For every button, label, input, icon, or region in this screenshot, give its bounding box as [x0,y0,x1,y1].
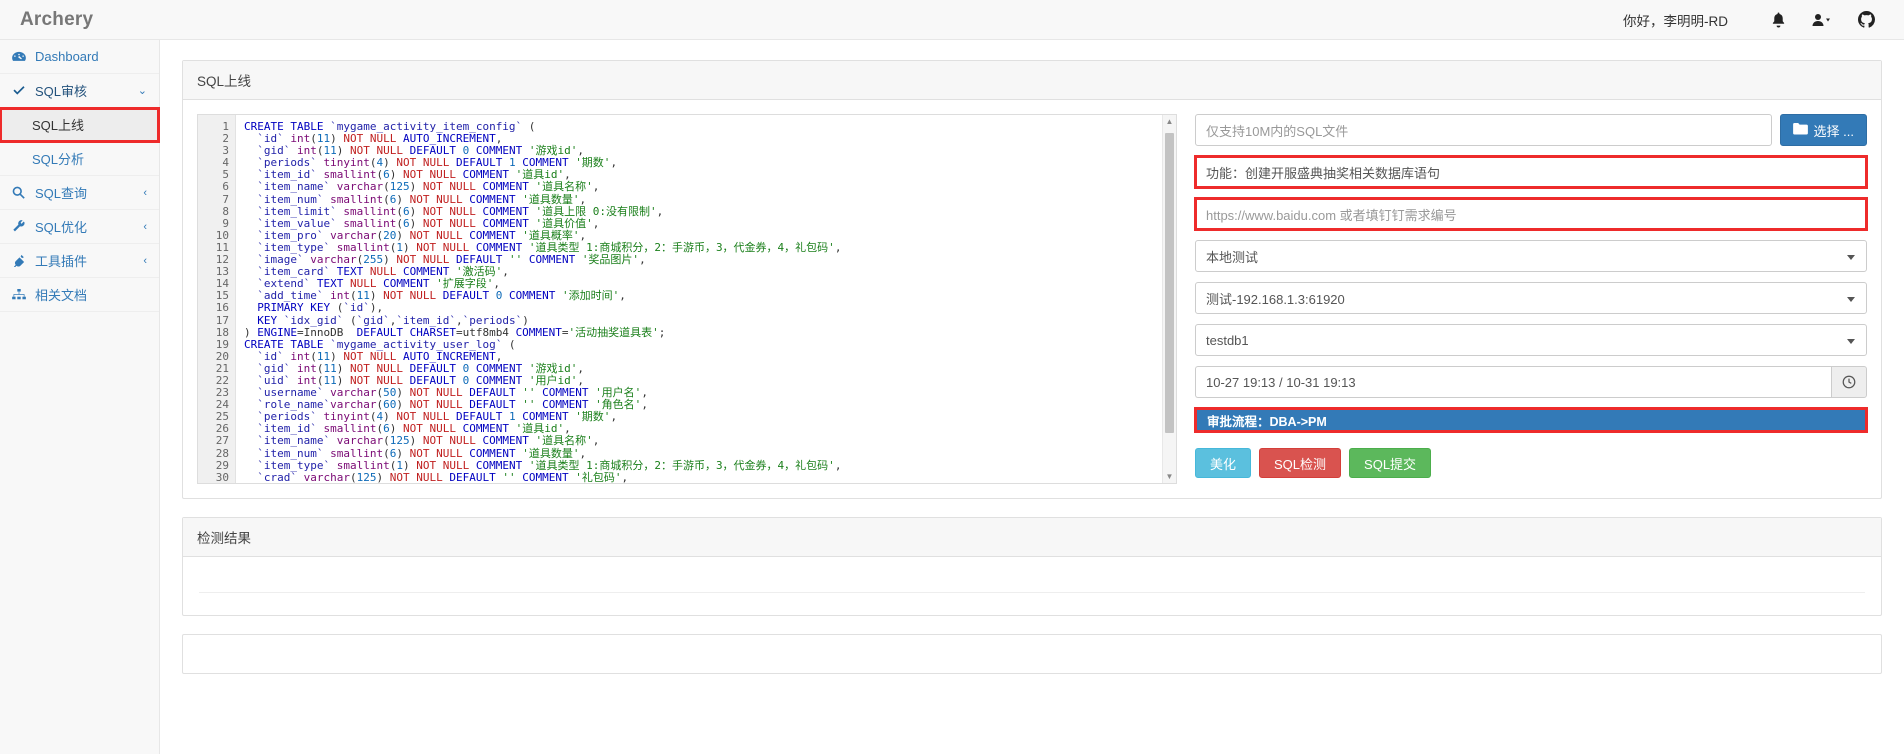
chevron-left-icon: ‹ [143,187,147,199]
main-content: SQL上线 1234567891011121314151617181920212… [160,40,1904,754]
chevron-down-icon: ⌄ [138,84,147,97]
bell-icon[interactable] [1756,12,1800,28]
file-upload-row: 仅支持10M内的SQL文件 选择 ... [1195,114,1867,146]
result-body [183,557,1881,615]
beautify-button[interactable]: 美化 [1195,448,1251,478]
sidebar-item-sql-analysis[interactable]: SQL分析 [0,142,159,176]
sql-submit-button[interactable]: SQL提交 [1349,448,1431,478]
submission-form: 仅支持10M内的SQL文件 选择 ... 功能：创建开服盛典抽奖相关数据库语句 [1177,114,1867,484]
sidebar-item-label: Dashboard [35,49,99,64]
sidebar-item-sql-query[interactable]: SQL查询 ‹ [0,176,159,210]
scroll-down-icon[interactable]: ▼ [1163,472,1176,481]
app-brand[interactable]: Archery [20,9,93,31]
editor-line-number: 1 [198,121,235,133]
folder-icon [1793,123,1808,138]
sidebar-item-sql-online[interactable]: SQL上线 [0,108,159,142]
editor-line: `crad` varchar(125) NOT NULL DEFAULT '' … [244,472,1162,483]
instance-select-row: 测试-192.168.1.3:61920 [1195,282,1867,314]
editor-line-number: 28 [198,448,235,460]
approval-flow-bar: 审批流程：DBA->PM [1195,408,1867,432]
scroll-up-icon[interactable]: ▲ [1163,117,1176,126]
editor-line-number: 29 [198,460,235,472]
user-icon[interactable] [1800,13,1844,27]
editor-line-number: 7 [198,194,235,206]
sidebar-item-docs[interactable]: 相关文档 [0,278,159,312]
editor-line-number: 18 [198,327,235,339]
database-select[interactable]: testdb1 [1195,324,1867,356]
sidebar-item-label: 工具插件 [35,251,87,270]
sitemap-icon [12,289,30,301]
group-select-row: 本地测试 [1195,240,1867,272]
editor-scrollbar[interactable]: ▲ ▼ [1162,115,1176,483]
workflow-name-row: 功能：创建开服盛典抽奖相关数据库语句 [1195,156,1867,188]
sql-online-panel: SQL上线 1234567891011121314151617181920212… [182,60,1882,499]
panel-title: SQL上线 [183,61,1881,100]
choose-file-label: 选择 ... [1814,121,1854,140]
sidebar-item-sql-optimize[interactable]: SQL优化 ‹ [0,210,159,244]
sidebar-item-tools-plugins[interactable]: 工具插件 ‹ [0,244,159,278]
file-input[interactable]: 仅支持10M内的SQL文件 [1195,114,1772,146]
editor-line-number: 16 [198,302,235,314]
editor-line-number: 8 [198,206,235,218]
user-greeting: 你好，李明明-RD [1623,10,1728,30]
sidebar-item-label: SQL查询 [35,183,87,202]
page-body: Dashboard SQL审核 ⌄ SQL上线 SQL分析 SQL [0,40,1904,754]
github-icon[interactable] [1844,11,1888,28]
search-icon [12,186,30,199]
workflow-name-input[interactable]: 功能：创建开服盛典抽奖相关数据库语句 [1195,156,1867,188]
editor-line-number: 27 [198,435,235,447]
action-buttons: 美化 SQL检测 SQL提交 [1195,448,1867,478]
check-result-panel: 检测结果 [182,517,1882,616]
result-empty-line [199,571,1865,593]
group-select[interactable]: 本地测试 [1195,240,1867,272]
demand-url-input[interactable]: https://www.baidu.com 或者填钉钉需求编号 [1195,198,1867,230]
instance-select[interactable]: 测试-192.168.1.3:61920 [1195,282,1867,314]
editor-line-number: 6 [198,181,235,193]
result-title: 检测结果 [183,518,1881,557]
clock-icon[interactable] [1831,366,1867,398]
sidebar-subitem-label: SQL分析 [32,149,84,168]
editor-line-number: 19 [198,339,235,351]
wrench-icon [12,220,30,233]
sidebar-item-label: SQL优化 [35,217,87,236]
datetime-range-row: 10-27 19:13 / 10-31 19:13 [1195,366,1867,398]
editor-line-number: 3 [198,145,235,157]
editor-line-number: 5 [198,169,235,181]
top-navbar: Archery 你好，李明明-RD [0,0,1904,40]
sidebar-item-sql-audit[interactable]: SQL审核 ⌄ [0,74,159,108]
scrollbar-thumb[interactable] [1165,133,1174,433]
editor-code[interactable]: CREATE TABLE `mygame_activity_item_confi… [236,115,1162,483]
sidebar-item-label: 相关文档 [35,285,87,304]
chevron-left-icon: ‹ [143,255,147,267]
sidebar: Dashboard SQL审核 ⌄ SQL上线 SQL分析 SQL [0,40,160,754]
chevron-left-icon: ‹ [143,221,147,233]
sidebar-item-label: SQL审核 [35,81,87,100]
bottom-panel [182,634,1882,674]
plug-icon [12,254,30,267]
sql-editor[interactable]: 1234567891011121314151617181920212223242… [197,114,1177,484]
datetime-group: 10-27 19:13 / 10-31 19:13 [1195,366,1867,398]
editor-line-number: 2 [198,133,235,145]
demand-url-row: https://www.baidu.com 或者填钉钉需求编号 [1195,198,1867,230]
approval-flow-label: 审批流程：DBA->PM [1203,410,1331,431]
database-select-row: testdb1 [1195,324,1867,356]
editor-line-number: 4 [198,157,235,169]
editor-line-number: 17 [198,315,235,327]
editor-line-numbers: 1234567891011121314151617181920212223242… [198,115,236,483]
datetime-range-input[interactable]: 10-27 19:13 / 10-31 19:13 [1195,366,1831,398]
editor-line-number: 30 [198,472,235,484]
sql-check-button[interactable]: SQL检测 [1259,448,1341,478]
sidebar-item-dashboard[interactable]: Dashboard [0,40,159,74]
approval-flow-row: 审批流程：DBA->PM [1195,408,1867,432]
navbar-right: 你好，李明明-RD [1623,10,1888,30]
panel-body: 1234567891011121314151617181920212223242… [183,100,1881,498]
choose-file-button[interactable]: 选择 ... [1780,114,1867,146]
sidebar-subitem-label: SQL上线 [32,115,84,134]
check-icon [12,85,30,97]
dashboard-icon [12,51,30,63]
editor-line: `item_type` smallint(1) NOT NULL COMMENT… [244,460,1162,472]
